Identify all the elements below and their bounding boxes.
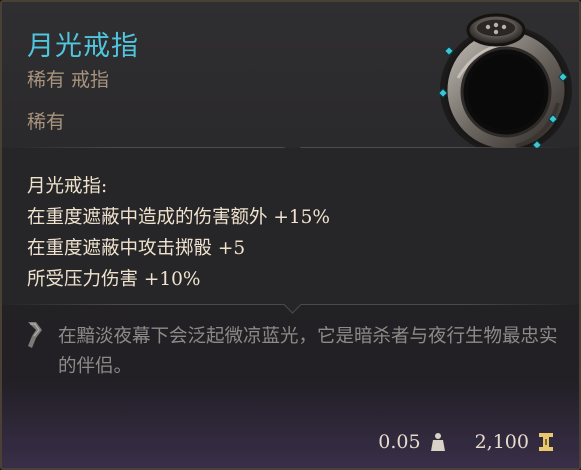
price-value: 2,100 bbox=[474, 431, 529, 453]
quote-icon bbox=[28, 322, 42, 348]
property-line: 所受压力伤害 +10% bbox=[27, 269, 201, 290]
weight-icon bbox=[430, 433, 445, 451]
lore-text: 在黯淡夜幕下会泛起微凉蓝光，它是暗杀者与夜行生物最忠实的伴侣。 bbox=[58, 326, 558, 377]
properties-title: 月光戒指: bbox=[27, 176, 108, 197]
moonlight-ring-art bbox=[438, 13, 572, 154]
property-line: 在重度遮蔽中攻击掷骰 +5 bbox=[27, 238, 246, 259]
properties-section: 月光戒指: 在重度遮蔽中造成的伤害额外 +15% 在重度遮蔽中攻击掷骰 +5 所… bbox=[2, 148, 579, 304]
item-rarity: 稀有 bbox=[27, 111, 66, 133]
tooltip-footer: 0.05 2,100 bbox=[378, 426, 555, 458]
item-tooltip: 月光戒指 稀有 戒指 稀有 月光戒指: 在重度遮蔽中造成的伤害额外 +15% 在… bbox=[0, 0, 581, 470]
item-subtitle: 稀有 戒指 bbox=[27, 69, 110, 91]
weight-value: 0.05 bbox=[378, 431, 421, 453]
property-line: 在重度遮蔽中造成的伤害额外 +15% bbox=[27, 207, 331, 228]
gold-icon bbox=[539, 433, 553, 451]
item-name: 月光戒指 bbox=[27, 31, 139, 62]
